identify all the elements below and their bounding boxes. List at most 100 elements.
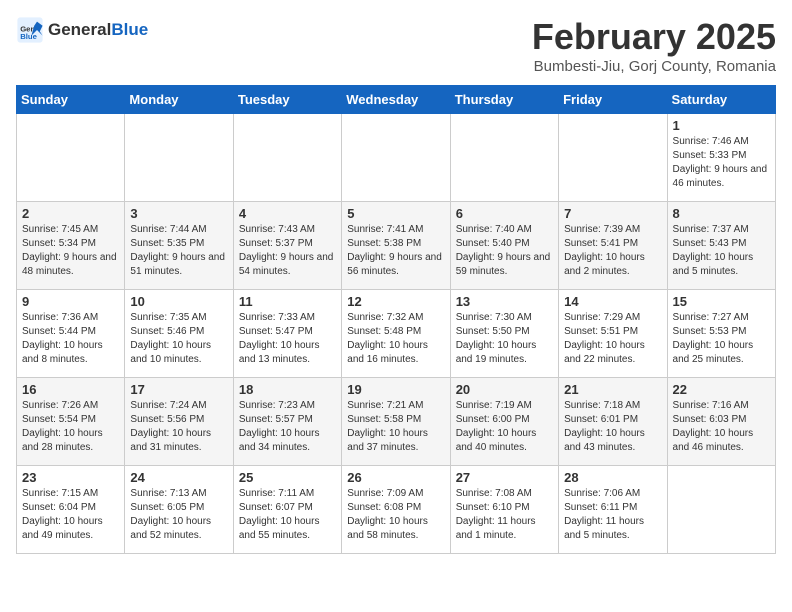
day-info: Sunrise: 7:43 AM Sunset: 5:37 PM Dayligh…	[239, 223, 336, 279]
day-info: Sunrise: 7:13 AM Sunset: 6:05 PM Dayligh…	[130, 487, 227, 543]
weekday-header-monday: Monday	[125, 86, 233, 114]
day-info: Sunrise: 7:29 AM Sunset: 5:51 PM Dayligh…	[564, 311, 661, 367]
day-number: 16	[22, 382, 119, 397]
day-info: Sunrise: 7:44 AM Sunset: 5:35 PM Dayligh…	[130, 223, 227, 279]
svg-text:Blue: Blue	[20, 32, 37, 41]
logo-text: GeneralBlue	[48, 20, 148, 40]
calendar-cell: 24Sunrise: 7:13 AM Sunset: 6:05 PM Dayli…	[125, 466, 233, 554]
day-number: 2	[22, 206, 119, 221]
weekday-header-sunday: Sunday	[17, 86, 125, 114]
day-info: Sunrise: 7:11 AM Sunset: 6:07 PM Dayligh…	[239, 487, 336, 543]
calendar-cell	[450, 114, 558, 202]
calendar-cell: 12Sunrise: 7:32 AM Sunset: 5:48 PM Dayli…	[342, 290, 450, 378]
calendar-cell: 25 Sunrise: 7:11 AM Sunset: 6:07 PM Dayli…	[233, 466, 341, 554]
day-info: Sunrise: 7:15 AM Sunset: 6:04 PM Dayligh…	[22, 487, 119, 543]
calendar-cell: 10Sunrise: 7:35 AM Sunset: 5:46 PM Dayli…	[125, 290, 233, 378]
calendar-cell: 9 Sunrise: 7:36 AM Sunset: 5:44 PM Daylig…	[17, 290, 125, 378]
calendar-cell: 5 Sunrise: 7:41 AM Sunset: 5:38 PM Daylig…	[342, 202, 450, 290]
day-number: 27	[456, 470, 553, 485]
calendar-cell	[559, 114, 667, 202]
calendar-cell: 22 Sunrise: 7:16 AM Sunset: 6:03 PM Dayli…	[667, 378, 775, 466]
day-info: Sunrise: 7:26 AM Sunset: 5:54 PM Dayligh…	[22, 399, 119, 455]
day-info: Sunrise: 7:45 AM Sunset: 5:34 PM Dayligh…	[22, 223, 119, 279]
day-number: 21	[564, 382, 661, 397]
day-number: 1	[673, 118, 770, 133]
calendar-cell: 3 Sunrise: 7:44 AM Sunset: 5:35 PM Daylig…	[125, 202, 233, 290]
day-number: 8	[673, 206, 770, 221]
calendar-title: February 2025	[532, 16, 776, 58]
calendar-cell: 23 Sunrise: 7:15 AM Sunset: 6:04 PM Dayli…	[17, 466, 125, 554]
day-number: 22	[673, 382, 770, 397]
day-number: 26	[347, 470, 444, 485]
calendar-cell	[667, 466, 775, 554]
calendar-cell: 18 Sunrise: 7:23 AM Sunset: 5:57 PM Dayli…	[233, 378, 341, 466]
day-number: 15	[673, 294, 770, 309]
day-number: 4	[239, 206, 336, 221]
weekday-header-thursday: Thursday	[450, 86, 558, 114]
calendar-subtitle: Bumbesti-Jiu, Gorj County, Romania	[532, 58, 776, 75]
calendar-cell: 28 Sunrise: 7:06 AM Sunset: 6:11 PM Dayli…	[559, 466, 667, 554]
day-number: 3	[130, 206, 227, 221]
day-number: 17	[130, 382, 227, 397]
week-row-3: 9 Sunrise: 7:36 AM Sunset: 5:44 PM Daylig…	[17, 290, 776, 378]
week-row-5: 23 Sunrise: 7:15 AM Sunset: 6:04 PM Dayli…	[17, 466, 776, 554]
day-info: Sunrise: 7:41 AM Sunset: 5:38 PM Dayligh…	[347, 223, 444, 279]
day-number: 20	[456, 382, 553, 397]
day-info: Sunrise: 7:06 AM Sunset: 6:11 PM Dayligh…	[564, 487, 661, 543]
day-info: Sunrise: 7:35 AM Sunset: 5:46 PM Dayligh…	[130, 311, 227, 367]
calendar-cell	[233, 114, 341, 202]
calendar-cell: 8 Sunrise: 7:37 AM Sunset: 5:43 PM Daylig…	[667, 202, 775, 290]
logo-icon: Gen Blue	[16, 16, 44, 44]
title-area: February 2025 Bumbesti-Jiu, Gorj County,…	[532, 16, 776, 75]
day-number: 23	[22, 470, 119, 485]
day-info: Sunrise: 7:24 AM Sunset: 5:56 PM Dayligh…	[130, 399, 227, 455]
calendar-cell: 7Sunrise: 7:39 AM Sunset: 5:41 PM Daylig…	[559, 202, 667, 290]
day-info: Sunrise: 7:33 AM Sunset: 5:47 PM Dayligh…	[239, 311, 336, 367]
calendar-cell	[125, 114, 233, 202]
day-number: 25	[239, 470, 336, 485]
calendar-cell: 19Sunrise: 7:21 AM Sunset: 5:58 PM Dayli…	[342, 378, 450, 466]
day-info: Sunrise: 7:19 AM Sunset: 6:00 PM Dayligh…	[456, 399, 553, 455]
calendar-cell: 26 Sunrise: 7:09 AM Sunset: 6:08 PM Dayli…	[342, 466, 450, 554]
day-info: Sunrise: 7:40 AM Sunset: 5:40 PM Dayligh…	[456, 223, 553, 279]
calendar-cell	[342, 114, 450, 202]
calendar-cell: 4 Sunrise: 7:43 AM Sunset: 5:37 PM Daylig…	[233, 202, 341, 290]
day-info: Sunrise: 7:36 AM Sunset: 5:44 PM Dayligh…	[22, 311, 119, 367]
week-row-4: 16 Sunrise: 7:26 AM Sunset: 5:54 PM Dayli…	[17, 378, 776, 466]
day-number: 7	[564, 206, 661, 221]
calendar-cell: 11Sunrise: 7:33 AM Sunset: 5:47 PM Dayli…	[233, 290, 341, 378]
weekday-header-tuesday: Tuesday	[233, 86, 341, 114]
calendar-cell: 14 Sunrise: 7:29 AM Sunset: 5:51 PM Dayli…	[559, 290, 667, 378]
day-info: Sunrise: 7:09 AM Sunset: 6:08 PM Dayligh…	[347, 487, 444, 543]
calendar-table: SundayMondayTuesdayWednesdayThursdayFrid…	[16, 85, 776, 554]
calendar-cell: 2 Sunrise: 7:45 AM Sunset: 5:34 PM Daylig…	[17, 202, 125, 290]
day-number: 9	[22, 294, 119, 309]
calendar-cell	[17, 114, 125, 202]
day-info: Sunrise: 7:30 AM Sunset: 5:50 PM Dayligh…	[456, 311, 553, 367]
calendar-cell: 1 Sunrise: 7:46 AM Sunset: 5:33 PM Daylig…	[667, 114, 775, 202]
day-number: 28	[564, 470, 661, 485]
day-number: 6	[456, 206, 553, 221]
day-info: Sunrise: 7:18 AM Sunset: 6:01 PM Dayligh…	[564, 399, 661, 455]
day-info: Sunrise: 7:37 AM Sunset: 5:43 PM Dayligh…	[673, 223, 770, 279]
calendar-cell: 17 Sunrise: 7:24 AM Sunset: 5:56 PM Dayli…	[125, 378, 233, 466]
calendar-cell: 6 Sunrise: 7:40 AM Sunset: 5:40 PM Daylig…	[450, 202, 558, 290]
header: Gen Blue GeneralBlue February 2025 Bumbe…	[16, 16, 776, 75]
day-number: 18	[239, 382, 336, 397]
weekday-header-saturday: Saturday	[667, 86, 775, 114]
day-number: 5	[347, 206, 444, 221]
day-info: Sunrise: 7:23 AM Sunset: 5:57 PM Dayligh…	[239, 399, 336, 455]
day-info: Sunrise: 7:16 AM Sunset: 6:03 PM Dayligh…	[673, 399, 770, 455]
day-info: Sunrise: 7:21 AM Sunset: 5:58 PM Dayligh…	[347, 399, 444, 455]
day-number: 14	[564, 294, 661, 309]
weekday-header-friday: Friday	[559, 86, 667, 114]
day-number: 13	[456, 294, 553, 309]
day-info: Sunrise: 7:08 AM Sunset: 6:10 PM Dayligh…	[456, 487, 553, 543]
day-info: Sunrise: 7:46 AM Sunset: 5:33 PM Dayligh…	[673, 135, 770, 191]
calendar-cell: 21 Sunrise: 7:18 AM Sunset: 6:01 PM Dayli…	[559, 378, 667, 466]
weekday-header-wednesday: Wednesday	[342, 86, 450, 114]
weekday-header-row: SundayMondayTuesdayWednesdayThursdayFrid…	[17, 86, 776, 114]
calendar-cell: 15Sunrise: 7:27 AM Sunset: 5:53 PM Dayli…	[667, 290, 775, 378]
week-row-1: 1 Sunrise: 7:46 AM Sunset: 5:33 PM Daylig…	[17, 114, 776, 202]
calendar-cell: 20 Sunrise: 7:19 AM Sunset: 6:00 PM Dayli…	[450, 378, 558, 466]
